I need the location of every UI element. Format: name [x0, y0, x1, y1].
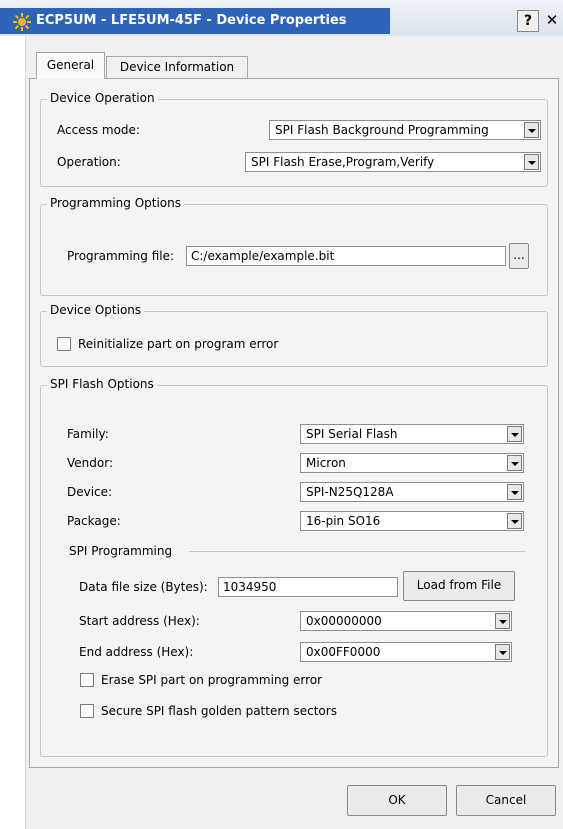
- title-bar: ECP5UM - LFE5UM-45F - Device Properties …: [0, 0, 563, 36]
- spi-programming-heading: SPI Programming: [69, 544, 173, 558]
- access-mode-value: SPI Flash Background Programming: [275, 123, 489, 137]
- tab-general[interactable]: General: [36, 52, 105, 79]
- device-operation-group: Device Operation Access mode: SPI Flash …: [40, 91, 548, 187]
- end-address-select[interactable]: 0x00FF0000: [300, 642, 512, 662]
- browse-file-button[interactable]: ...: [509, 243, 529, 269]
- operation-value: SPI Flash Erase,Program,Verify: [251, 155, 435, 169]
- window-title: ECP5UM - LFE5UM-45F - Device Properties: [36, 13, 347, 28]
- access-mode-label: Access mode:: [57, 123, 140, 137]
- tab-device-information[interactable]: Device Information: [106, 56, 248, 78]
- operation-select[interactable]: SPI Flash Erase,Program,Verify: [245, 152, 541, 172]
- load-from-file-button[interactable]: Load from File: [403, 571, 515, 601]
- reinitialize-label: Reinitialize part on program error: [78, 337, 279, 351]
- end-address-label: End address (Hex):: [79, 645, 194, 659]
- erase-spi-checkbox[interactable]: [80, 673, 94, 687]
- reinitialize-checkbox[interactable]: [57, 337, 71, 351]
- chevron-down-icon[interactable]: [524, 122, 539, 138]
- data-file-size-label: Data file size (Bytes):: [79, 580, 208, 594]
- chevron-down-icon[interactable]: [507, 455, 522, 471]
- device-select[interactable]: SPI-N25Q128A: [300, 482, 524, 502]
- device-options-legend: Device Options: [47, 303, 145, 317]
- start-address-select[interactable]: 0x00000000: [300, 611, 512, 631]
- data-file-size-input[interactable]: 1034950: [218, 577, 398, 597]
- vendor-label: Vendor:: [67, 456, 113, 470]
- erase-spi-label: Erase SPI part on programming error: [101, 673, 323, 687]
- secure-golden-label: Secure SPI flash golden pattern sectors: [101, 704, 337, 718]
- programming-options-legend: Programming Options: [47, 196, 184, 210]
- vendor-select[interactable]: Micron: [300, 453, 524, 473]
- cancel-button[interactable]: Cancel: [456, 785, 556, 816]
- vendor-value: Micron: [306, 456, 346, 470]
- device-options-group: Device Options Reinitialize part on prog…: [40, 303, 548, 367]
- family-select[interactable]: SPI Serial Flash: [300, 424, 524, 444]
- start-address-value: 0x00000000: [306, 614, 382, 628]
- chevron-down-icon[interactable]: [495, 613, 510, 629]
- chevron-down-icon[interactable]: [524, 154, 539, 170]
- operation-label: Operation:: [57, 155, 121, 169]
- secure-golden-checkbox[interactable]: [80, 704, 94, 718]
- device-label: Device:: [67, 485, 113, 499]
- app-icon: [13, 13, 31, 31]
- family-label: Family:: [67, 427, 109, 441]
- chevron-down-icon[interactable]: [507, 484, 522, 500]
- spi-flash-options-group: SPI Flash Options Family: SPI Serial Fla…: [40, 377, 548, 757]
- chevron-down-icon[interactable]: [495, 644, 510, 660]
- device-operation-legend: Device Operation: [47, 91, 158, 105]
- package-label: Package:: [67, 514, 121, 528]
- programming-file-label: Programming file:: [67, 249, 175, 263]
- start-address-label: Start address (Hex):: [79, 614, 200, 628]
- programming-file-input[interactable]: C:/example/example.bit: [186, 246, 506, 266]
- device-value: SPI-N25Q128A: [306, 485, 394, 499]
- chevron-down-icon[interactable]: [507, 513, 522, 529]
- help-button[interactable]: ?: [517, 10, 539, 32]
- ok-button[interactable]: OK: [347, 785, 447, 816]
- package-select[interactable]: 16-pin SO16: [300, 511, 524, 531]
- access-mode-select[interactable]: SPI Flash Background Programming: [269, 120, 541, 140]
- tab-panel-general: Device Operation Access mode: SPI Flash …: [29, 78, 559, 768]
- programming-options-group: Programming Options Programming file: C:…: [40, 196, 548, 296]
- package-value: 16-pin SO16: [306, 514, 381, 528]
- end-address-value: 0x00FF0000: [306, 645, 381, 659]
- close-button[interactable]: ✕: [541, 10, 563, 32]
- family-value: SPI Serial Flash: [306, 427, 398, 441]
- spi-programming-divider: [189, 551, 525, 552]
- spi-flash-options-legend: SPI Flash Options: [47, 377, 157, 391]
- chevron-down-icon[interactable]: [507, 426, 522, 442]
